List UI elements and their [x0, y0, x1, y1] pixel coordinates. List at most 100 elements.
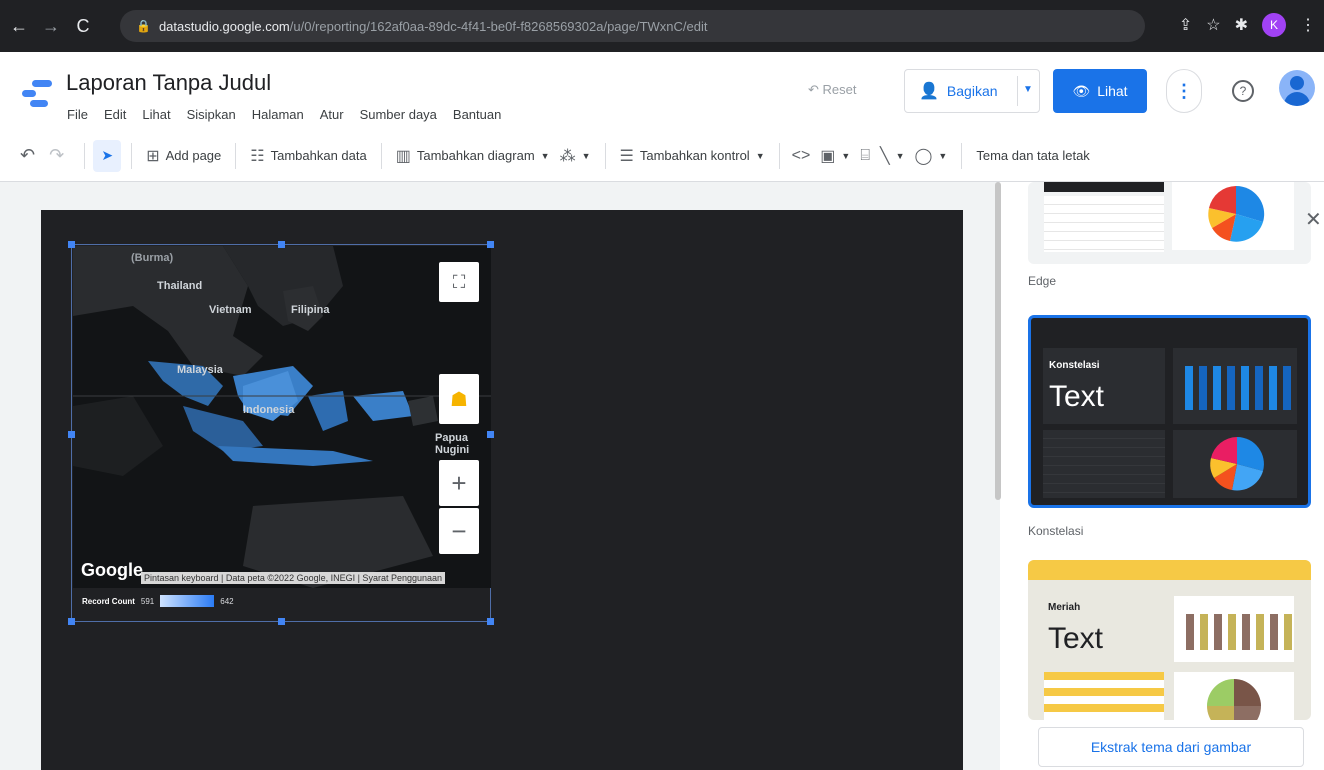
view-button[interactable]: 👁 Lihat — [1053, 69, 1147, 113]
add-data-button[interactable]: ☷ Tambahkan data — [250, 146, 366, 166]
toolbar-divider — [380, 142, 382, 169]
meriah-pie-preview — [1207, 679, 1261, 720]
chevron-down-icon: ▼ — [755, 150, 765, 161]
app-header: Laporan Tanpa Judul File Edit Lihat Sisi… — [0, 52, 1324, 130]
toolbar-divider — [604, 142, 606, 169]
map-label-vietnam: Vietnam — [209, 304, 252, 316]
zoom-out-icon[interactable]: − — [439, 508, 479, 554]
theme-card-edge[interactable] — [1028, 182, 1311, 264]
chevron-down-icon: ▼ — [581, 150, 591, 161]
map-label-indonesia: Indonesia — [243, 404, 295, 416]
theme-label-konstelasi: Konstelasi — [1028, 524, 1084, 538]
browser-actions: ⇪ ☆ ✱ K ⋮ — [1179, 13, 1316, 37]
resize-handle[interactable] — [487, 431, 494, 438]
legend-min: 591 — [140, 596, 155, 606]
forward-icon[interactable]: → — [38, 16, 64, 37]
image-tool-button[interactable]: ▣ ▼ — [820, 146, 850, 166]
filter-control-icon: ☰ — [619, 147, 634, 165]
menu-resources[interactable]: Sumber daya — [360, 107, 437, 122]
menu-edit[interactable]: Edit — [104, 107, 126, 122]
menu-insert[interactable]: Sisipkan — [187, 107, 236, 122]
select-tool-icon[interactable]: ➤ — [93, 139, 122, 172]
lock-icon: 🔒 — [136, 19, 151, 33]
shape-tool-button[interactable]: ◯ ▼ — [915, 146, 948, 166]
resize-handle[interactable] — [68, 241, 75, 248]
extract-theme-button[interactable]: Ekstrak tema dari gambar — [1038, 727, 1304, 767]
konstelasi-heading: Konstelasi — [1049, 360, 1100, 371]
toolbar-divider — [961, 142, 963, 169]
resize-handle[interactable] — [278, 241, 285, 248]
profile-avatar[interactable]: K — [1262, 13, 1286, 37]
eye-icon: 👁 — [1072, 82, 1091, 99]
more-options-icon[interactable]: ⋮ — [1166, 69, 1202, 113]
theme-layout-button[interactable]: Tema dan tata letak — [976, 148, 1089, 163]
theme-card-meriah[interactable]: Meriah Text — [1028, 560, 1311, 720]
extensions-icon[interactable]: ✱ — [1235, 15, 1248, 35]
line-icon: ╲ — [879, 147, 890, 165]
menu-arrange[interactable]: Atur — [320, 107, 344, 122]
color-legend: Record Count 591 642 — [82, 595, 234, 607]
reload-icon[interactable]: C — [70, 16, 96, 37]
toolbar-divider — [84, 142, 86, 169]
browser-menu-icon[interactable]: ⋮ — [1300, 15, 1316, 35]
data-studio-logo-icon[interactable] — [22, 80, 52, 108]
menu-bar: File Edit Lihat Sisipkan Halaman Atur Su… — [67, 107, 501, 122]
fullscreen-icon[interactable]: ⛶ — [439, 262, 479, 302]
chevron-down-icon: ▼ — [841, 150, 851, 161]
code-embed-icon[interactable]: <> — [792, 147, 811, 165]
add-chart-label: Tambahkan diagram — [416, 148, 535, 163]
menu-page[interactable]: Halaman — [252, 107, 304, 122]
url-host: datastudio.google.com — [158, 18, 290, 34]
add-chart-icon: ▥ — [395, 147, 411, 165]
help-icon[interactable]: ? — [1232, 80, 1254, 102]
community-viz-button[interactable]: ⁂ ▼ — [560, 146, 591, 166]
geo-map-chart[interactable]: (Burma) Thailand Vietnam Filipina Malays… — [68, 241, 494, 625]
line-tool-button[interactable]: ╲ ▼ — [880, 146, 905, 166]
edge-pie-preview — [1208, 185, 1265, 242]
map-label-thailand: Thailand — [157, 280, 203, 292]
resize-handle[interactable] — [487, 241, 494, 248]
add-page-button[interactable]: ⊞ Add page — [146, 146, 221, 166]
zoom-in-icon[interactable]: + — [439, 460, 479, 506]
resize-handle[interactable] — [487, 618, 494, 625]
user-avatar[interactable] — [1279, 70, 1315, 106]
menu-file[interactable]: File — [67, 107, 88, 122]
add-chart-button[interactable]: ▥ Tambahkan diagram ▼ — [396, 146, 550, 166]
close-panel-icon[interactable]: ✕ — [1305, 207, 1322, 232]
back-icon[interactable]: ← — [6, 16, 32, 37]
menu-help[interactable]: Bantuan — [453, 107, 501, 122]
reset-button[interactable]: ↶ Reset — [808, 82, 857, 98]
report-title[interactable]: Laporan Tanpa Judul — [66, 70, 271, 96]
bookmark-star-icon[interactable]: ☆ — [1206, 15, 1220, 35]
add-page-label: Add page — [165, 148, 222, 163]
url-path: /u/0/reporting/162af0aa-89dc-4f41-be0f-f… — [289, 18, 708, 34]
toolbar-divider — [778, 142, 780, 169]
map-shapes — [73, 246, 491, 588]
report-page[interactable]: (Burma) Thailand Vietnam Filipina Malays… — [41, 210, 963, 770]
share-button[interactable]: 👤 Bagikan ▼ — [904, 69, 1040, 113]
google-logo: Google — [81, 560, 143, 580]
resize-handle[interactable] — [278, 618, 285, 625]
add-data-icon: ☷ — [250, 147, 265, 165]
konstelasi-bars-preview — [1185, 366, 1291, 410]
meriah-text: Text — [1048, 622, 1104, 655]
map-view[interactable]: (Burma) Thailand Vietnam Filipina Malays… — [73, 246, 491, 588]
reset-label: Reset — [822, 82, 857, 97]
map-attribution[interactable]: Pintasan keyboard | Data peta ©2022 Goog… — [141, 572, 445, 584]
street-view-pegman-icon[interactable]: ☗ — [439, 374, 479, 424]
share-page-icon[interactable]: ⇪ — [1179, 15, 1192, 35]
add-control-button[interactable]: ☰ Tambahkan kontrol ▼ — [620, 146, 765, 166]
resize-handle[interactable] — [68, 431, 75, 438]
map-label-papua: Papua Nugini — [435, 432, 470, 456]
add-person-icon: 👤 — [919, 83, 939, 100]
editor-toolbar: ↶ ↷ ➤ ⊞ Add page ☷ Tambahkan data ▥ Tamb… — [0, 130, 1324, 182]
view-label: Lihat — [1097, 83, 1128, 99]
redo-icon[interactable]: ↷ — [49, 145, 64, 166]
resize-handle[interactable] — [68, 618, 75, 625]
address-bar[interactable]: 🔒 datastudio.google.com /u/0/reporting/1… — [120, 10, 1145, 42]
menu-view[interactable]: Lihat — [142, 107, 170, 122]
theme-card-konstelasi[interactable]: Konstelasi Text — [1028, 315, 1311, 508]
share-dropdown-icon[interactable]: ▼ — [1023, 84, 1033, 95]
text-box-icon[interactable]: ⌸ — [860, 147, 870, 165]
undo-icon[interactable]: ↶ — [20, 145, 35, 166]
